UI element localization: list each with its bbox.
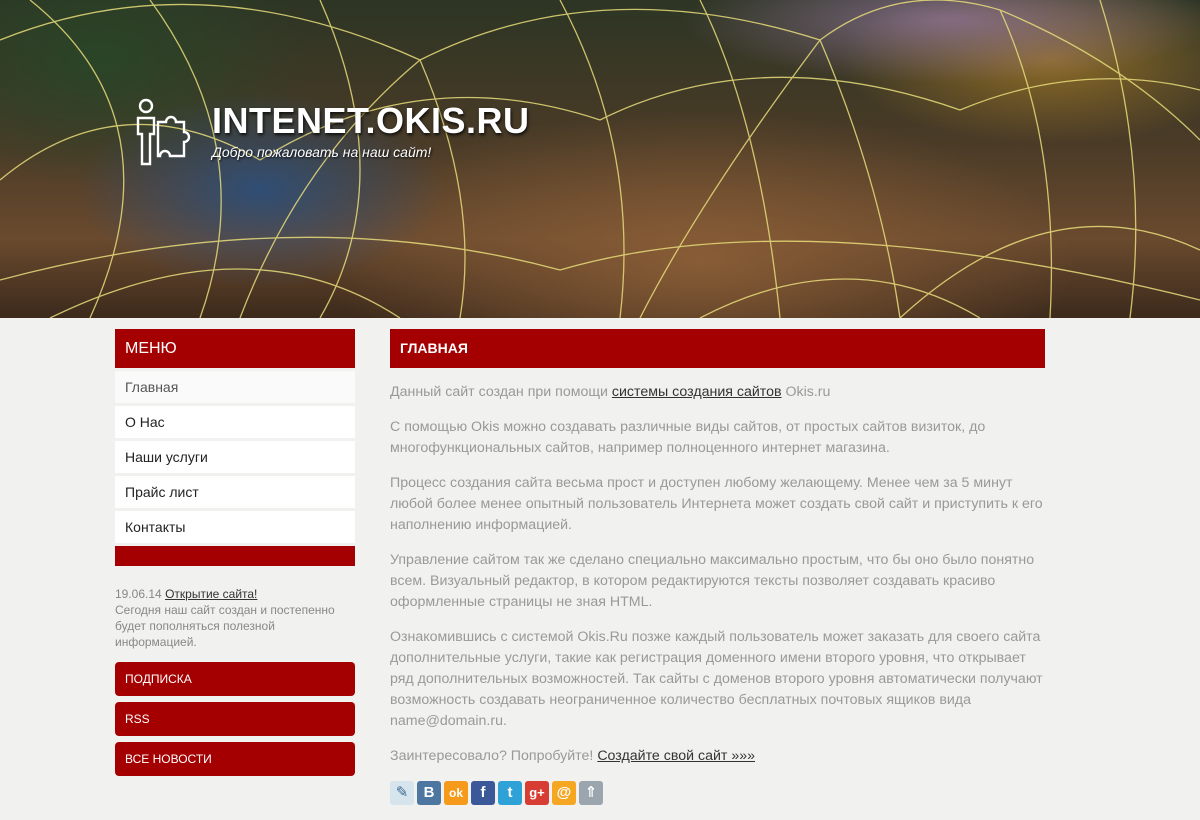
vkontakte-icon[interactable]: B <box>417 781 441 805</box>
share-buttons: ✎ Bok f t g+ @ ⇑ <box>390 781 1045 805</box>
sidebar-item-contacts[interactable]: Контакты <box>115 511 355 543</box>
more-icon[interactable]: ⇑ <box>579 781 603 805</box>
news-link[interactable]: Открытие сайта! <box>165 587 257 601</box>
main-content: ГЛАВНАЯ Данный сайт создан при помощи си… <box>390 329 1045 805</box>
mailru-icon[interactable]: @ <box>552 781 576 805</box>
puzzle-person-logo-icon[interactable] <box>132 96 194 168</box>
menu-title: МЕНЮ <box>115 329 355 368</box>
paragraph-1-end: Okis.ru <box>781 384 831 400</box>
rss-button[interactable]: RSS <box>115 702 355 736</box>
paragraph-1: Данный сайт создан при помощи системы со… <box>390 382 1045 403</box>
sidebar-item-home[interactable]: Главная <box>115 371 355 403</box>
paragraph-1-text: Данный сайт создан при помощи <box>390 384 612 400</box>
create-site-link[interactable]: Создайте свой сайт »»» <box>597 748 755 764</box>
odnoklassniki-icon[interactable]: ok <box>444 781 468 805</box>
menu-footer-bar <box>115 546 355 566</box>
news-date: 19.06.14 <box>115 587 162 601</box>
news-text: Сегодня наш сайт создан и постепенно буд… <box>115 603 335 649</box>
paragraph-5: Ознакомившись с системой Okis.Ru позже к… <box>390 629 1043 729</box>
paragraph-3: Процесс создания сайта весьма прост и до… <box>390 475 1043 533</box>
googleplus-icon[interactable]: g+ <box>525 781 549 805</box>
twitter-icon[interactable]: t <box>498 781 522 805</box>
site-builder-link[interactable]: системы создания сайтов <box>612 384 782 400</box>
paragraph-6: Заинтересовало? Попробуйте! Создайте сво… <box>390 746 1045 767</box>
all-news-button[interactable]: ВСЕ НОВОСТИ <box>115 742 355 776</box>
paragraph-2: С помощью Okis можно создавать различные… <box>390 419 986 456</box>
paragraph-6-text: Заинтересовало? Попробуйте! <box>390 748 598 764</box>
sidebar-item-price-list[interactable]: Прайс лист <box>115 476 355 508</box>
header-banner: INTENET.OKIS.RU Добро пожаловать на наш … <box>0 0 1200 318</box>
subscribe-button[interactable]: ПОДПИСКА <box>115 662 355 696</box>
news-item: 19.06.14 Открытие сайта! Сегодня наш сай… <box>115 586 355 650</box>
site-title[interactable]: INTENET.OKIS.RU <box>212 100 530 142</box>
sidebar-item-about[interactable]: О Нас <box>115 406 355 438</box>
page-title: ГЛАВНАЯ <box>390 329 1045 368</box>
sidebar: МЕНЮ Главная О Нас Наши услуги Прайс лис… <box>115 329 355 776</box>
sidebar-item-services[interactable]: Наши услуги <box>115 441 355 473</box>
paragraph-4: Управление сайтом так же сделано специал… <box>390 552 1035 610</box>
facebook-icon[interactable]: f <box>471 781 495 805</box>
livejournal-icon[interactable]: ✎ <box>390 781 414 805</box>
site-slogan: Добро пожаловать на наш сайт! <box>212 144 432 160</box>
